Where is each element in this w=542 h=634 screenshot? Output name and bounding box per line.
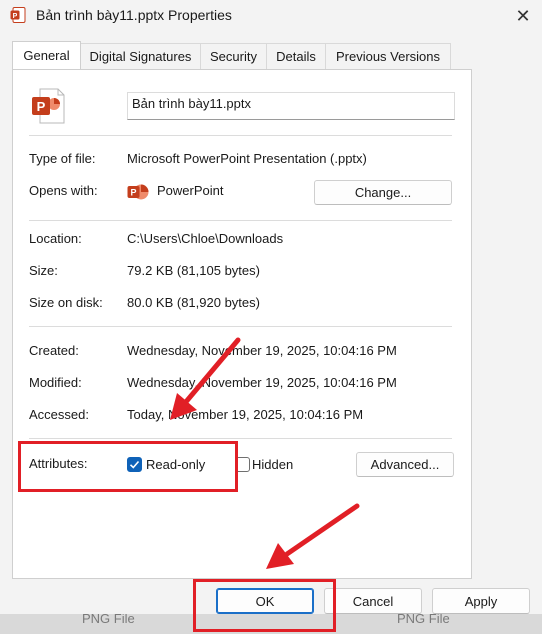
tab-details[interactable]: Details [266, 43, 326, 69]
svg-text:P: P [13, 13, 18, 20]
powerpoint-document-icon: P [32, 88, 65, 124]
created-label: Created: [29, 343, 79, 358]
tab-general[interactable]: General [12, 41, 81, 69]
modified-value: Wednesday, November 19, 2025, 10:04:16 P… [127, 375, 397, 390]
hidden-checkbox[interactable] [235, 457, 250, 472]
hidden-label[interactable]: Hidden [252, 457, 293, 472]
separator [29, 326, 452, 327]
tab-previous-versions[interactable]: Previous Versions [325, 43, 451, 69]
background-window-strip: PNG File PNG File [0, 614, 542, 634]
modified-label: Modified: [29, 375, 82, 390]
advanced-button[interactable]: Advanced... [356, 452, 454, 477]
close-button[interactable]: ✕ [504, 0, 542, 32]
size-on-disk-label: Size on disk: [29, 295, 103, 310]
read-only-label[interactable]: Read-only [146, 457, 205, 472]
type-of-file-value: Microsoft PowerPoint Presentation (.pptx… [127, 151, 367, 166]
powerpoint-app-icon: P [127, 184, 149, 200]
powerpoint-file-icon: P [10, 7, 26, 23]
separator [29, 135, 452, 136]
close-icon[interactable]: ✕ [515, 6, 530, 27]
cancel-button[interactable]: Cancel [324, 588, 422, 614]
change-button[interactable]: Change... [314, 180, 452, 205]
svg-text:P: P [37, 99, 46, 114]
tab-digital-signatures[interactable]: Digital Signatures [80, 43, 201, 69]
separator [29, 220, 452, 221]
title-bar: P Bản trình bày11.pptx Properties ✕ [0, 0, 542, 32]
apply-button[interactable]: Apply [432, 588, 530, 614]
separator [29, 438, 452, 439]
svg-text:P: P [130, 188, 136, 198]
window-title: Bản trình bày11.pptx Properties [36, 7, 232, 23]
opens-with-label: Opens with: [29, 183, 98, 198]
size-label: Size: [29, 263, 58, 278]
general-panel [12, 69, 472, 579]
location-label: Location: [29, 231, 82, 246]
size-value: 79.2 KB (81,105 bytes) [127, 263, 260, 278]
attributes-label: Attributes: [29, 456, 88, 471]
ok-button[interactable]: OK [216, 588, 314, 614]
file-name-input[interactable]: Bản trình bày11.pptx [127, 92, 455, 120]
background-file-type: PNG File [397, 614, 450, 626]
tab-security[interactable]: Security [200, 43, 267, 69]
location-value: C:\Users\Chloe\Downloads [127, 231, 284, 246]
accessed-label: Accessed: [29, 407, 89, 422]
accessed-value: Today, November 19, 2025, 10:04:16 PM [127, 407, 364, 422]
background-file-type: PNG File [82, 614, 135, 626]
created-value: Wednesday, November 19, 2025, 10:04:16 P… [127, 343, 397, 358]
opens-with-app: PowerPoint [157, 183, 224, 198]
checkmark-icon [129, 460, 140, 469]
type-of-file-label: Type of file: [29, 151, 96, 166]
read-only-checkbox[interactable] [127, 457, 142, 472]
size-on-disk-value: 80.0 KB (81,920 bytes) [127, 295, 260, 310]
